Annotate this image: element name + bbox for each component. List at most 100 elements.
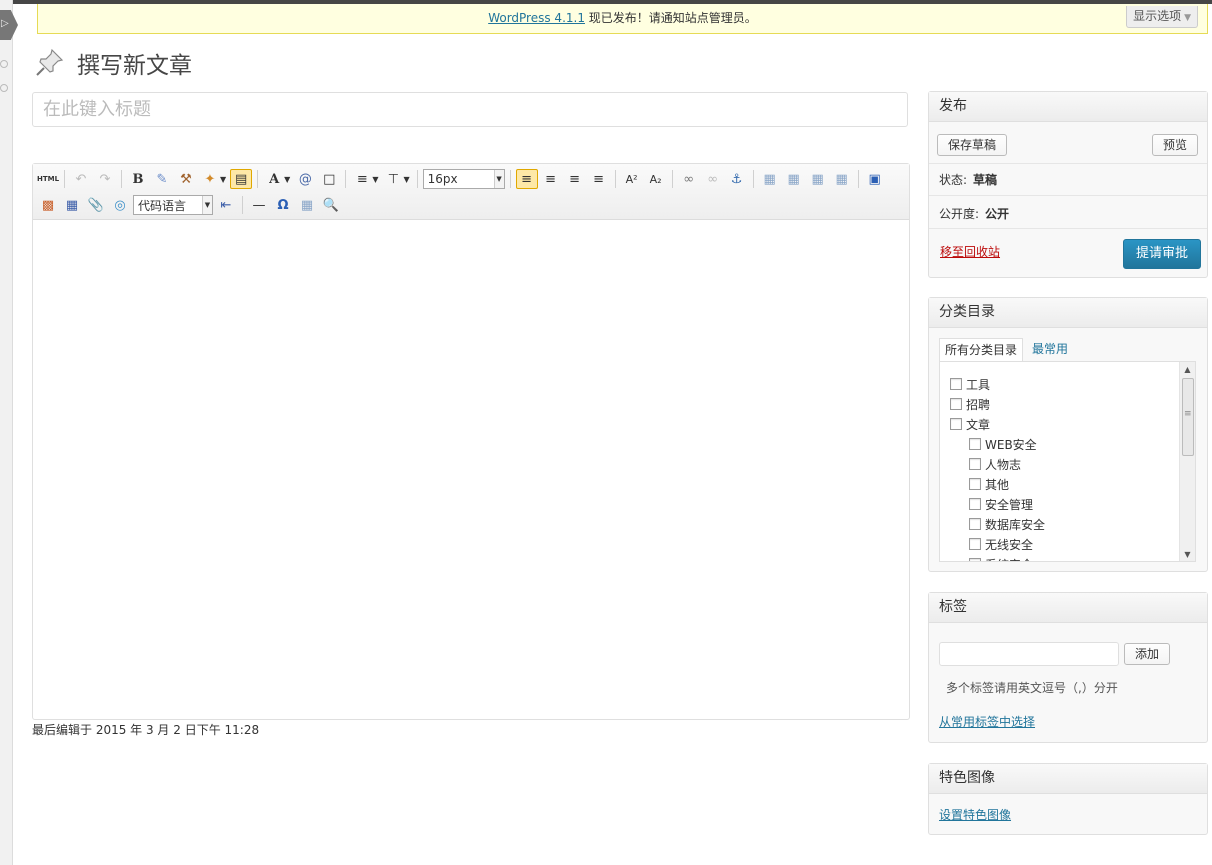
toolbar-separator [509,170,511,188]
category-checkbox[interactable] [969,498,981,510]
special-symbol-icon[interactable]: @ [294,169,316,189]
horizontal-rule-icon[interactable]: — [248,195,270,215]
visibility-row: 公开度: 公开 [939,205,1009,222]
toolbar-separator [857,170,859,188]
toolbar-separator [121,170,122,188]
paste-text-icon[interactable]: ▤ [230,169,253,189]
map-icon[interactable]: ◎ [109,195,131,215]
set-featured-image-link[interactable]: 设置特色图像 [939,806,1011,823]
category-checkbox[interactable] [950,398,962,410]
move-to-trash-link[interactable]: 移至回收站 [940,243,1000,260]
new-document-icon[interactable]: □ [318,169,340,189]
category-scrollbar[interactable]: ▲ ≡ ▼ [1179,362,1195,561]
category-item[interactable]: 文章 [950,414,1195,434]
category-item[interactable]: 其他 [950,474,1195,494]
font-color-button[interactable]: A [263,169,285,189]
menu-dot-icon[interactable] [0,84,8,92]
align-right-icon[interactable]: ≡ [564,169,586,189]
image-left-icon[interactable]: ▦ [783,169,805,189]
collapse-arrow-icon[interactable]: ▷ [0,10,18,40]
featured-image-box-title[interactable]: 特色图像 [929,764,1207,794]
tab-most-used[interactable]: 最常用 [1027,338,1073,362]
align-left-icon[interactable]: ≡ [515,169,538,189]
align-center-icon[interactable]: ≡ [540,169,562,189]
submit-for-review-button[interactable]: 提请审批 [1123,239,1202,269]
insert-video-icon[interactable]: ▦ [61,195,83,215]
scrollbar-thumb[interactable]: ≡ [1182,378,1194,456]
magic-wand-icon[interactable]: ✦ [199,169,221,189]
wordpress-version-link[interactable]: WordPress 4.1.1 [488,11,585,25]
bold-button[interactable]: B [127,169,149,189]
chevron-down-icon[interactable]: ▼ [220,175,226,184]
category-checkbox[interactable] [969,518,981,530]
code-language-value: 代码语言 [138,198,187,213]
font-size-select[interactable]: 16px ▼ [422,169,505,189]
screen-options-button[interactable]: 显示选项 ▼ [1126,6,1198,28]
category-label: 无线安全 [985,537,1034,552]
attachment-icon[interactable]: 📎 [85,195,107,215]
html-mode-button[interactable]: HTML [37,169,59,189]
update-notice-text: 现已发布！请通知站点管理员。 [588,11,757,25]
category-item[interactable]: 工具 [950,374,1195,394]
align-justify-icon[interactable]: ≡ [588,169,610,189]
category-item[interactable]: 数据库安全 [950,514,1195,534]
anchor-icon[interactable]: ⚓ [726,169,748,189]
category-item[interactable]: WEB安全 [950,434,1195,454]
chevron-down-icon[interactable]: ▼ [403,175,409,184]
category-item[interactable]: 无线安全 [950,534,1195,554]
tags-box-title[interactable]: 标签 [929,593,1207,623]
search-replace-icon[interactable]: 🔍 [320,195,342,215]
preview-button[interactable]: 预览 [1151,134,1198,156]
category-checkbox[interactable] [969,538,981,550]
fullscreen-icon[interactable]: ▣ [864,169,886,189]
post-title-input[interactable] [32,92,908,127]
pushpin-icon [34,46,66,78]
category-checkbox[interactable] [969,478,981,490]
chevron-down-icon[interactable]: ▼ [372,175,378,184]
post-status-row: 状态: 草稿 [939,171,997,188]
category-item[interactable]: 人物志 [950,454,1195,474]
category-item[interactable]: 招聘 [950,394,1195,414]
image-center-icon[interactable]: ▦ [831,169,853,189]
chevron-down-icon[interactable]: ▼ [284,175,290,184]
categories-box-title[interactable]: 分类目录 [929,298,1207,328]
link-icon[interactable]: ∞ [678,169,700,189]
menu-dot-icon[interactable] [0,60,8,68]
toolbar-separator [752,170,754,188]
tag-hint-text: 多个标签请用英文逗号（,）分开 [946,681,1118,695]
category-checkbox[interactable] [969,558,981,561]
scroll-down-icon[interactable]: ▼ [1180,547,1195,561]
line-height-icon[interactable]: ≡ [351,169,373,189]
format-painter-icon[interactable]: ⚒ [175,169,197,189]
unlink-icon[interactable]: ∞ [702,169,724,189]
image-none-icon[interactable]: ▦ [759,169,781,189]
paragraph-spacing-icon[interactable]: ⊤ [382,169,404,189]
redo-icon[interactable]: ↷ [94,169,116,189]
page-break-icon[interactable]: ⇤ [215,195,237,215]
category-checkbox[interactable] [969,458,981,470]
choose-popular-tags-link[interactable]: 从常用标签中选择 [939,713,1035,730]
scroll-up-icon[interactable]: ▲ [1180,362,1195,376]
publish-box-title[interactable]: 发布 [929,92,1207,122]
add-tag-button[interactable]: 添加 [1124,643,1171,665]
undo-icon[interactable]: ↶ [70,169,92,189]
special-char-icon[interactable]: Ω [272,195,294,215]
chevron-down-icon: ▼ [202,196,212,214]
category-checkbox[interactable] [969,438,981,450]
eraser-icon[interactable]: ✎ [151,169,173,189]
category-item[interactable]: 系统安全 [950,554,1195,561]
toolbar-separator [671,170,673,188]
category-checkbox[interactable] [950,378,962,390]
tab-all-categories[interactable]: 所有分类目录 [939,338,1024,362]
editor-content-area[interactable] [33,220,909,719]
code-language-select[interactable]: 代码语言 ▼ [133,195,213,215]
new-tag-input[interactable] [939,642,1119,666]
category-item[interactable]: 安全管理 [950,494,1195,514]
scrawl-icon[interactable]: ▦ [296,195,318,215]
image-right-icon[interactable]: ▦ [807,169,829,189]
superscript-icon[interactable]: A² [621,169,643,189]
save-draft-button[interactable]: 保存草稿 [937,134,1008,156]
category-checkbox[interactable] [950,418,962,430]
insert-image-icon[interactable]: ▩ [37,195,59,215]
subscript-icon[interactable]: A₂ [645,169,667,189]
